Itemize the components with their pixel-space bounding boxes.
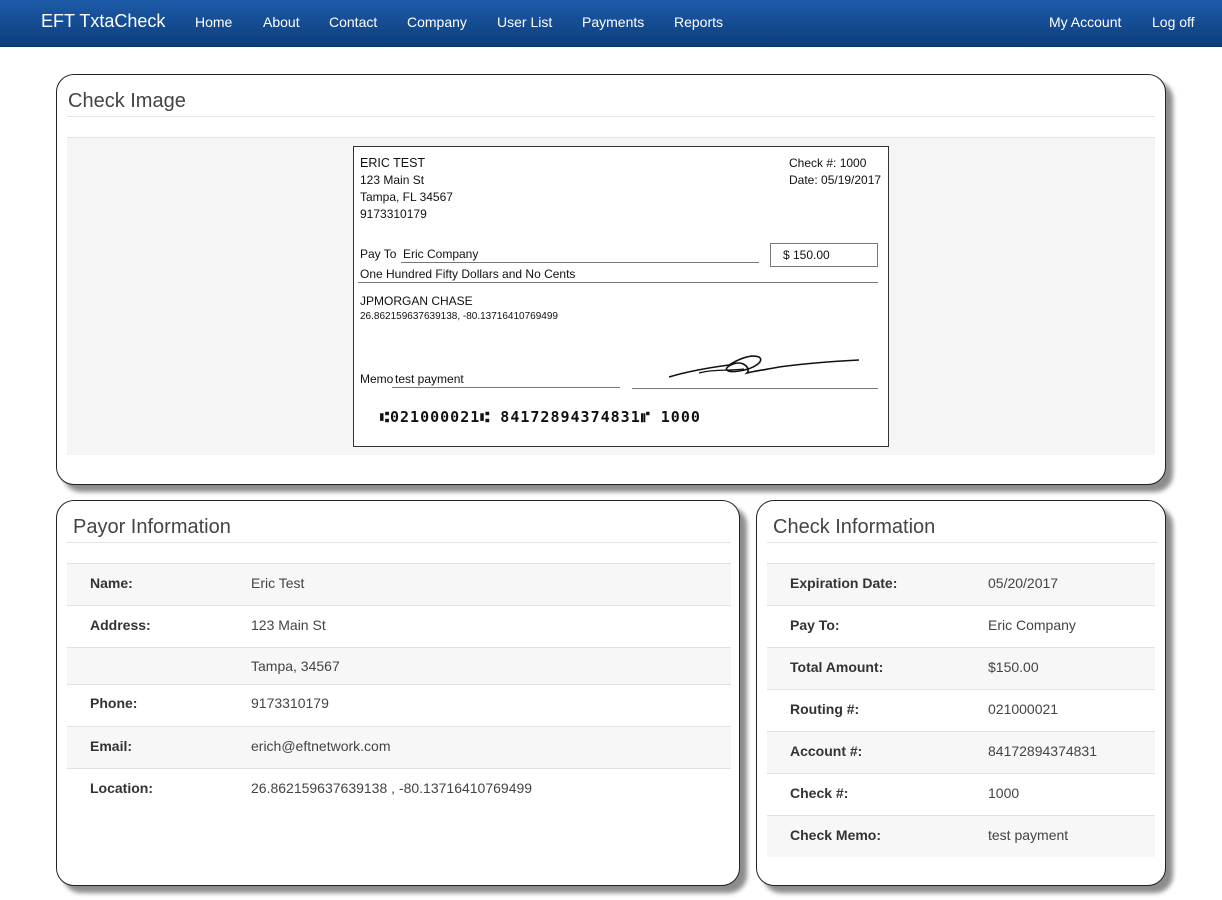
check-number: Check #: 1000 <box>789 156 867 170</box>
payor-info-table: Name: Eric Test Address: 123 Main St Tam… <box>67 563 731 796</box>
table-row: Total Amount: $150.00 <box>767 647 1155 689</box>
nav-company[interactable]: Company <box>407 14 467 30</box>
row-label: Name: <box>90 575 133 591</box>
row-value: 05/20/2017 <box>988 575 1059 591</box>
row-value: 123 Main St <box>251 617 326 633</box>
row-label: Account #: <box>790 743 863 759</box>
table-row: Expiration Date: 05/20/2017 <box>767 563 1155 605</box>
row-value: erich@eftnetwork.com <box>251 738 391 754</box>
nav-contact[interactable]: Contact <box>329 14 377 30</box>
table-row: Check Memo: test payment <box>767 815 1155 857</box>
check-bank-name: JPMORGAN CHASE <box>360 294 473 308</box>
row-label: Email: <box>90 738 133 754</box>
check-info-panel: Check Information Expiration Date: 05/20… <box>756 500 1166 886</box>
row-value: 1000 <box>988 785 1020 801</box>
check-date: Date: 05/19/2017 <box>789 173 882 187</box>
signature-image <box>668 355 860 378</box>
signature-line <box>632 388 878 389</box>
nav-log-off[interactable]: Log off <box>1152 14 1195 30</box>
check-payer-name: ERIC TEST <box>360 156 426 170</box>
row-label: Check #: <box>790 785 849 801</box>
top-navbar: EFT TxtaCheck Home About Contact Company… <box>0 0 1222 47</box>
table-row: Check #: 1000 <box>767 773 1155 815</box>
table-row: Address: 123 Main St <box>67 605 731 647</box>
row-label: Address: <box>90 617 151 633</box>
row-value: 26.862159637639138 , -80.13716410769499 <box>251 780 533 796</box>
memo-line <box>392 387 620 388</box>
row-value: test payment <box>988 827 1069 843</box>
check-info-table: Expiration Date: 05/20/2017 Pay To: Eric… <box>767 563 1155 857</box>
table-row: Pay To: Eric Company <box>767 605 1155 647</box>
divider <box>767 542 1157 543</box>
check-image-area: ERIC TEST 123 Main St Tampa, FL 34567 91… <box>67 137 1155 455</box>
row-label: Location: <box>90 780 153 796</box>
check-info-title: Check Information <box>773 516 936 538</box>
row-label: Phone: <box>90 695 138 711</box>
table-row: Name: Eric Test <box>67 563 731 605</box>
check-memo: test payment <box>395 372 464 386</box>
check-payer-street: 123 Main St <box>360 173 425 187</box>
check-pay-to-label: Pay To <box>360 247 397 261</box>
table-row: Routing #: 021000021 <box>767 689 1155 731</box>
divider <box>67 116 1155 117</box>
table-row: Account #: 84172894374831 <box>767 731 1155 773</box>
row-value: $150.00 <box>988 659 1039 675</box>
check-pay-to: Eric Company <box>403 247 479 261</box>
divider <box>67 542 731 543</box>
check-amount-box: $ 150.00 <box>770 243 878 267</box>
row-value: 84172894374831 <box>988 743 1098 759</box>
row-value: Eric Test <box>251 575 305 591</box>
amount-words-line <box>358 282 878 283</box>
check-memo-label: Memo <box>360 372 394 386</box>
payor-info-title: Payor Information <box>73 516 231 538</box>
row-value: Tampa, 34567 <box>251 658 340 674</box>
payor-info-panel: Payor Information Name: Eric Test Addres… <box>56 500 740 886</box>
row-label: Total Amount: <box>790 659 884 675</box>
nav-about[interactable]: About <box>263 14 300 30</box>
check-amount-words: One Hundred Fifty Dollars and No Cents <box>360 267 576 281</box>
nav-user-list[interactable]: User List <box>497 14 552 30</box>
nav-payments[interactable]: Payments <box>582 14 644 30</box>
nav-my-account[interactable]: My Account <box>1049 14 1121 30</box>
brand-link[interactable]: EFT TxtaCheck <box>41 11 165 32</box>
check-amount: $ 150.00 <box>783 248 830 262</box>
row-value: 021000021 <box>988 701 1059 717</box>
table-row: Phone: 9173310179 <box>67 684 731 726</box>
table-row: Email: erich@eftnetwork.com <box>67 726 731 768</box>
check-coordinates: 26.862159637639138, -80.13716410769499 <box>360 311 558 322</box>
pay-to-line <box>401 262 759 263</box>
nav-home[interactable]: Home <box>195 14 232 30</box>
nav-reports[interactable]: Reports <box>674 14 723 30</box>
check-micr-line: ⑆021000021⑆ 84172894374831⑈ 1000 <box>380 408 701 426</box>
table-row: Location: 26.862159637639138 , -80.13716… <box>67 768 731 810</box>
check-image-panel: Check Image ERIC TEST 123 Main St Tampa,… <box>56 74 1166 485</box>
check-image-title: Check Image <box>68 90 186 112</box>
row-label: Pay To: <box>790 617 840 633</box>
row-label: Check Memo: <box>790 827 882 843</box>
row-label: Expiration Date: <box>790 575 898 591</box>
table-row: Tampa, 34567 <box>67 647 731 684</box>
check-payer-city: Tampa, FL 34567 <box>360 190 453 204</box>
check-image: ERIC TEST 123 Main St Tampa, FL 34567 91… <box>353 146 889 447</box>
row-value: Eric Company <box>988 617 1076 633</box>
check-payer-phone: 9173310179 <box>360 207 427 221</box>
row-value: 9173310179 <box>251 695 329 711</box>
row-label: Routing #: <box>790 701 860 717</box>
